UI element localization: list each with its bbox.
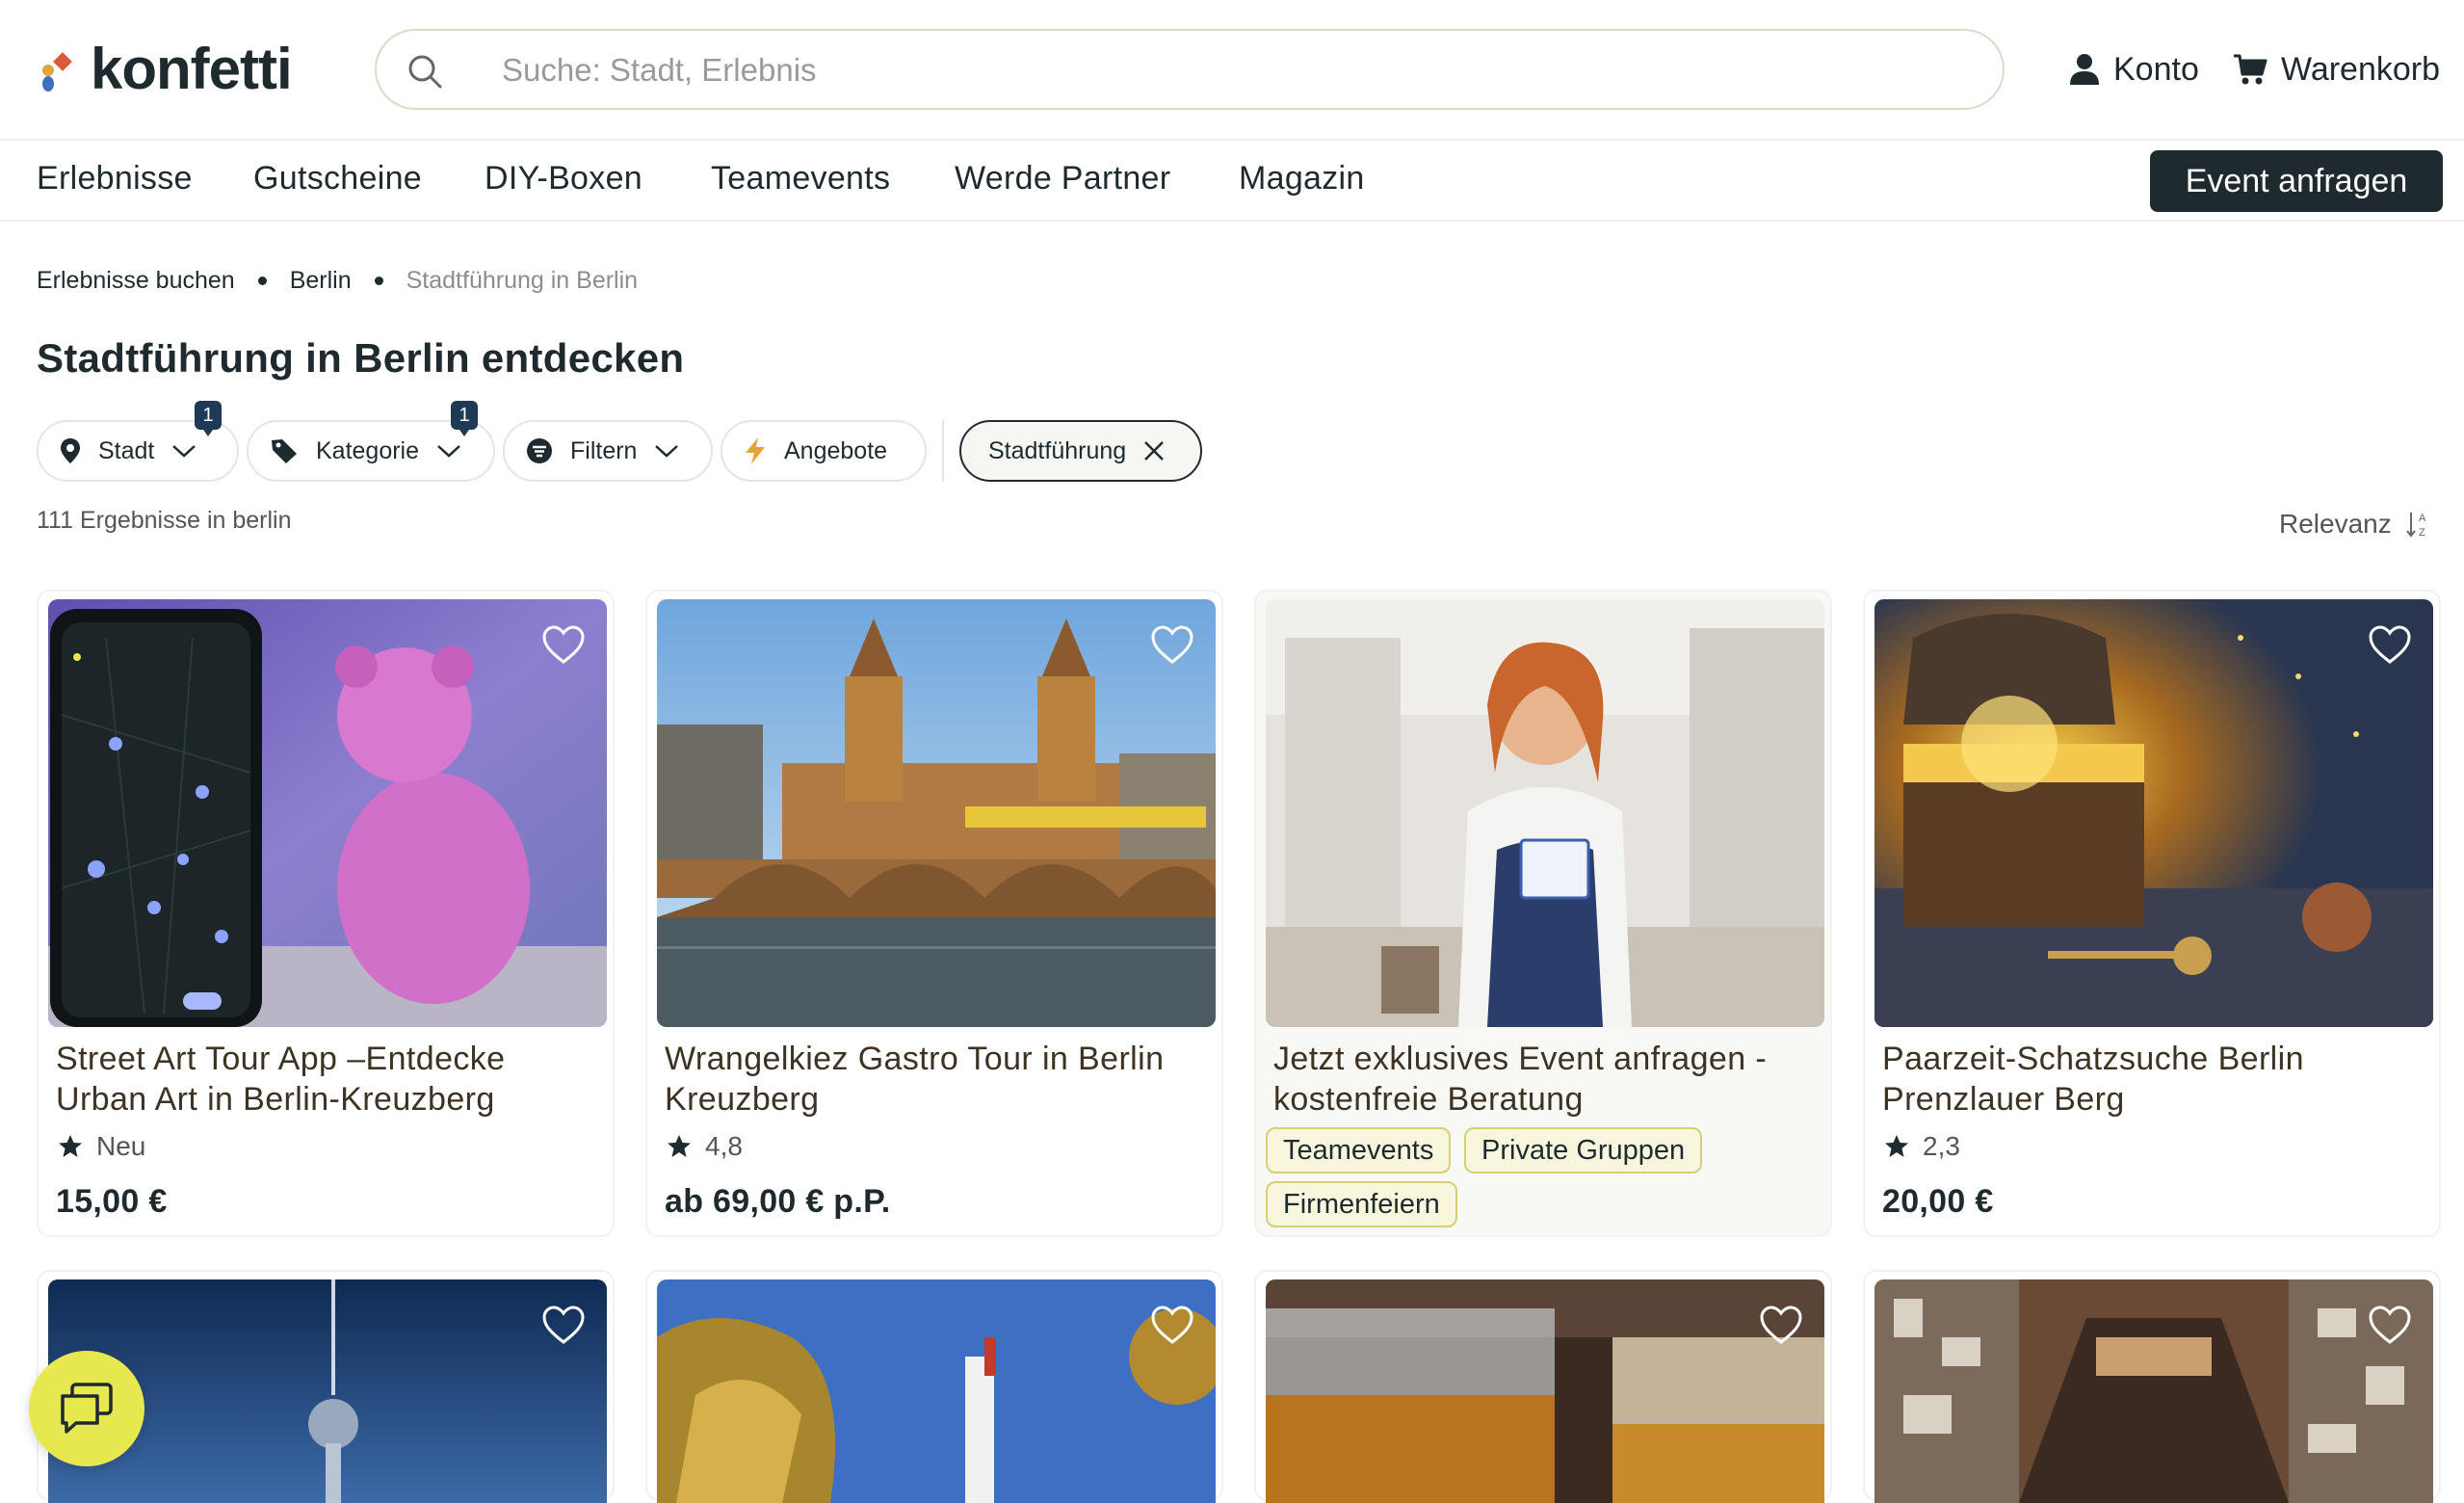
breadcrumb: Erlebnisse buchen Berlin Stadtführung in… bbox=[37, 266, 638, 295]
card-image-fountain[interactable] bbox=[657, 1279, 1216, 1503]
card-image-beer[interactable] bbox=[1266, 1279, 1824, 1503]
breadcrumb-current: Stadtführung in Berlin bbox=[406, 266, 639, 294]
experience-card[interactable] bbox=[645, 1270, 1223, 1503]
card-rating-value: 2,3 bbox=[1923, 1131, 1960, 1161]
heart-icon[interactable] bbox=[1150, 1305, 1194, 1345]
location-pin-icon bbox=[61, 438, 80, 463]
experience-card[interactable]: Jetzt exklusives Event anfragen - kosten… bbox=[1254, 590, 1832, 1237]
search-input[interactable] bbox=[502, 46, 1947, 94]
nav-item-diy-boxen[interactable]: DIY-Boxen bbox=[485, 160, 642, 198]
tag-icon bbox=[272, 439, 297, 463]
card-image-event-request[interactable] bbox=[1266, 599, 1824, 1027]
filter-category-label: Kategorie bbox=[316, 436, 420, 464]
results-count: 111 Ergebnisse in berlin bbox=[37, 507, 292, 534]
breadcrumb-erlebnisse-buchen[interactable]: Erlebnisse buchen bbox=[37, 267, 235, 295]
sort-label: Relevanz bbox=[2279, 509, 2392, 539]
nav-item-magazin[interactable]: Magazin bbox=[1239, 160, 1365, 198]
chevron-down-icon bbox=[437, 445, 460, 458]
sort-icon: A Z bbox=[2405, 513, 2426, 539]
svg-text:A: A bbox=[2419, 513, 2426, 524]
event-request-button[interactable]: Event anfragen bbox=[2150, 150, 2443, 212]
filter-more-label: Filtern bbox=[570, 436, 638, 464]
tag-teamevents[interactable]: Teamevents bbox=[1266, 1127, 1452, 1173]
star-icon bbox=[59, 1135, 82, 1157]
site-header: konfetti Konto Warenkorb bbox=[0, 0, 2464, 141]
search-icon bbox=[408, 55, 442, 89]
heart-icon[interactable] bbox=[541, 624, 586, 665]
card-rating-value: Neu bbox=[96, 1131, 146, 1161]
filter-offers-label: Angebote bbox=[784, 436, 888, 464]
nav-item-werde-partner[interactable]: Werde Partner bbox=[955, 160, 1170, 198]
filter-category-chip[interactable]: Kategorie 1 bbox=[247, 401, 495, 482]
tag-firmenfeiern[interactable]: Firmenfeiern bbox=[1266, 1181, 1457, 1227]
experience-card[interactable]: Paarzeit-Schatzsuche Berlin Prenzlauer B… bbox=[1863, 590, 2441, 1237]
star-icon bbox=[1885, 1135, 1908, 1157]
card-image-street-art[interactable] bbox=[48, 599, 607, 1027]
filter-city-label: Stadt bbox=[98, 436, 155, 464]
experience-card[interactable] bbox=[1254, 1270, 1832, 1503]
cart-label: Warenkorb bbox=[2281, 50, 2441, 88]
card-rating: Neu bbox=[58, 1131, 145, 1162]
filter-divider bbox=[942, 420, 944, 482]
heart-icon[interactable] bbox=[1150, 624, 1194, 665]
chevron-down-icon bbox=[172, 445, 197, 458]
card-price: 20,00 € bbox=[1882, 1183, 1994, 1220]
heart-icon[interactable] bbox=[541, 1305, 586, 1345]
card-price: ab 69,00 € p.P. bbox=[665, 1183, 891, 1220]
card-price: 15,00 € bbox=[56, 1183, 168, 1220]
filter-offers-chip[interactable]: Angebote bbox=[721, 420, 927, 482]
filter-city-chip[interactable]: Stadt 1 bbox=[37, 401, 239, 482]
close-icon[interactable] bbox=[1143, 440, 1165, 461]
search-bar[interactable] bbox=[375, 29, 2005, 110]
chat-icon bbox=[61, 1383, 113, 1434]
experience-card[interactable] bbox=[1863, 1270, 2441, 1503]
cart-icon bbox=[2234, 54, 2267, 85]
logo-mark bbox=[37, 45, 77, 92]
chat-button[interactable] bbox=[29, 1351, 144, 1466]
star-icon bbox=[668, 1135, 691, 1157]
breadcrumb-berlin[interactable]: Berlin bbox=[290, 267, 352, 295]
nav-item-teamevents[interactable]: Teamevents bbox=[711, 160, 890, 198]
card-rating: 4,8 bbox=[667, 1131, 743, 1162]
nav-item-gutscheine[interactable]: Gutscheine bbox=[253, 160, 422, 198]
card-image-wrangelkiez[interactable] bbox=[657, 599, 1216, 1027]
heart-icon[interactable] bbox=[2368, 1305, 2412, 1345]
active-filter-chip[interactable]: Stadtführung bbox=[959, 420, 1202, 482]
brand-logo[interactable]: konfetti bbox=[37, 35, 293, 102]
cart-link[interactable]: Warenkorb bbox=[2233, 46, 2440, 92]
card-rating-value: 4,8 bbox=[705, 1131, 743, 1161]
page-title: Stadtführung in Berlin entdecken bbox=[37, 335, 685, 381]
filter-category-badge: 1 bbox=[451, 401, 478, 436]
card-title[interactable]: Jetzt exklusives Event anfragen - kosten… bbox=[1273, 1039, 1813, 1120]
card-image-passage[interactable] bbox=[1874, 1279, 2433, 1503]
account-link[interactable]: Konto bbox=[2069, 46, 2199, 92]
card-image-treasure-hunt[interactable] bbox=[1874, 599, 2433, 1027]
svg-text:Z: Z bbox=[2419, 527, 2425, 539]
filter-more-chip[interactable]: Filtern bbox=[503, 420, 713, 482]
heart-icon[interactable] bbox=[2368, 624, 2412, 665]
card-title[interactable]: Paarzeit-Schatzsuche Berlin Prenzlauer B… bbox=[1882, 1039, 2422, 1120]
tag-private-gruppen[interactable]: Private Gruppen bbox=[1464, 1127, 1703, 1173]
main-nav: Erlebnisse Gutscheine DIY-Boxen Teameven… bbox=[0, 143, 2464, 222]
user-icon bbox=[2070, 54, 2099, 85]
sort-dropdown[interactable]: Relevanz A Z bbox=[2279, 509, 2430, 540]
account-label: Konto bbox=[2113, 50, 2199, 88]
experience-card[interactable]: Street Art Tour App –Entdecke Urban Art … bbox=[37, 590, 615, 1237]
filter-city-badge: 1 bbox=[195, 401, 222, 436]
card-rating: 2,3 bbox=[1884, 1131, 1960, 1162]
logo-text: konfetti bbox=[91, 36, 293, 101]
breadcrumb-separator bbox=[257, 276, 267, 285]
lightning-icon bbox=[746, 437, 765, 464]
heart-icon[interactable] bbox=[1759, 1305, 1803, 1345]
active-filter-label: Stadtführung bbox=[988, 436, 1127, 464]
chevron-down-icon bbox=[655, 445, 679, 458]
card-title[interactable]: Wrangelkiez Gastro Tour in Berlin Kreuzb… bbox=[665, 1039, 1204, 1120]
experience-card[interactable]: Wrangelkiez Gastro Tour in Berlin Kreuzb… bbox=[645, 590, 1223, 1237]
filter-icon bbox=[527, 438, 552, 463]
card-title[interactable]: Street Art Tour App –Entdecke Urban Art … bbox=[56, 1039, 595, 1120]
nav-item-erlebnisse[interactable]: Erlebnisse bbox=[37, 160, 193, 198]
breadcrumb-separator bbox=[374, 276, 383, 285]
